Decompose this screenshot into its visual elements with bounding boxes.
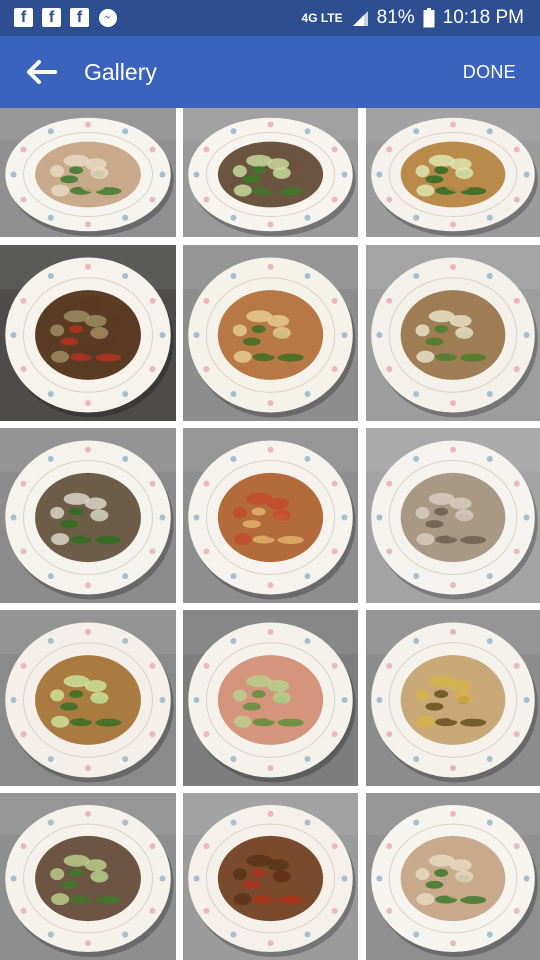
status-indicators: 4G LTE 81% 10:18 PM (302, 6, 524, 30)
food-photo-image (0, 245, 176, 421)
messenger-icon (99, 9, 117, 27)
app-bar: Gallery DONE (0, 36, 540, 108)
clock: 10:18 PM (442, 7, 524, 28)
food-photo-image (0, 793, 176, 960)
gallery-photo[interactable] (0, 245, 176, 421)
photo-grid (0, 108, 540, 960)
gallery-photo[interactable] (366, 793, 540, 960)
food-photo-image (366, 610, 540, 786)
gallery-photo[interactable] (183, 108, 358, 237)
network-type: 4G LTE (301, 11, 343, 25)
gallery-photo[interactable] (366, 610, 540, 786)
food-photo-image (366, 108, 540, 237)
notification-icons: f f f (14, 8, 118, 28)
facebook-icon: f (42, 8, 61, 27)
gallery-photo[interactable] (183, 245, 358, 421)
page-title: Gallery (84, 59, 157, 85)
done-button[interactable]: DONE (463, 60, 516, 84)
gallery-photo[interactable] (366, 245, 540, 421)
signal-icon (352, 11, 368, 26)
gallery-photo[interactable] (0, 793, 176, 960)
back-arrow-icon[interactable] (26, 58, 58, 86)
food-photo-image (0, 610, 176, 786)
food-photo-image (0, 428, 176, 603)
food-photo-image (366, 245, 540, 421)
food-photo-image (183, 428, 358, 603)
gallery-photo[interactable] (0, 610, 176, 786)
food-photo-image (183, 610, 358, 786)
battery-icon (423, 8, 435, 28)
status-bar: f f f 4G LTE 81% 10:18 PM (0, 0, 540, 36)
food-photo-image (366, 793, 540, 960)
food-photo-image (0, 108, 176, 237)
gallery-photo[interactable] (366, 108, 540, 237)
food-photo-image (183, 245, 358, 421)
gallery-photo[interactable] (183, 610, 358, 786)
facebook-icon: f (70, 8, 89, 27)
gallery-photo[interactable] (183, 793, 358, 960)
facebook-icon: f (14, 8, 33, 27)
battery-percent: 81% (376, 7, 415, 28)
food-photo-image (366, 428, 540, 603)
gallery-photo[interactable] (0, 428, 176, 603)
food-photo-image (183, 108, 358, 237)
food-photo-image (183, 793, 358, 960)
gallery-photo[interactable] (183, 428, 358, 603)
gallery-photo[interactable] (0, 108, 176, 237)
gallery-photo[interactable] (366, 428, 540, 603)
